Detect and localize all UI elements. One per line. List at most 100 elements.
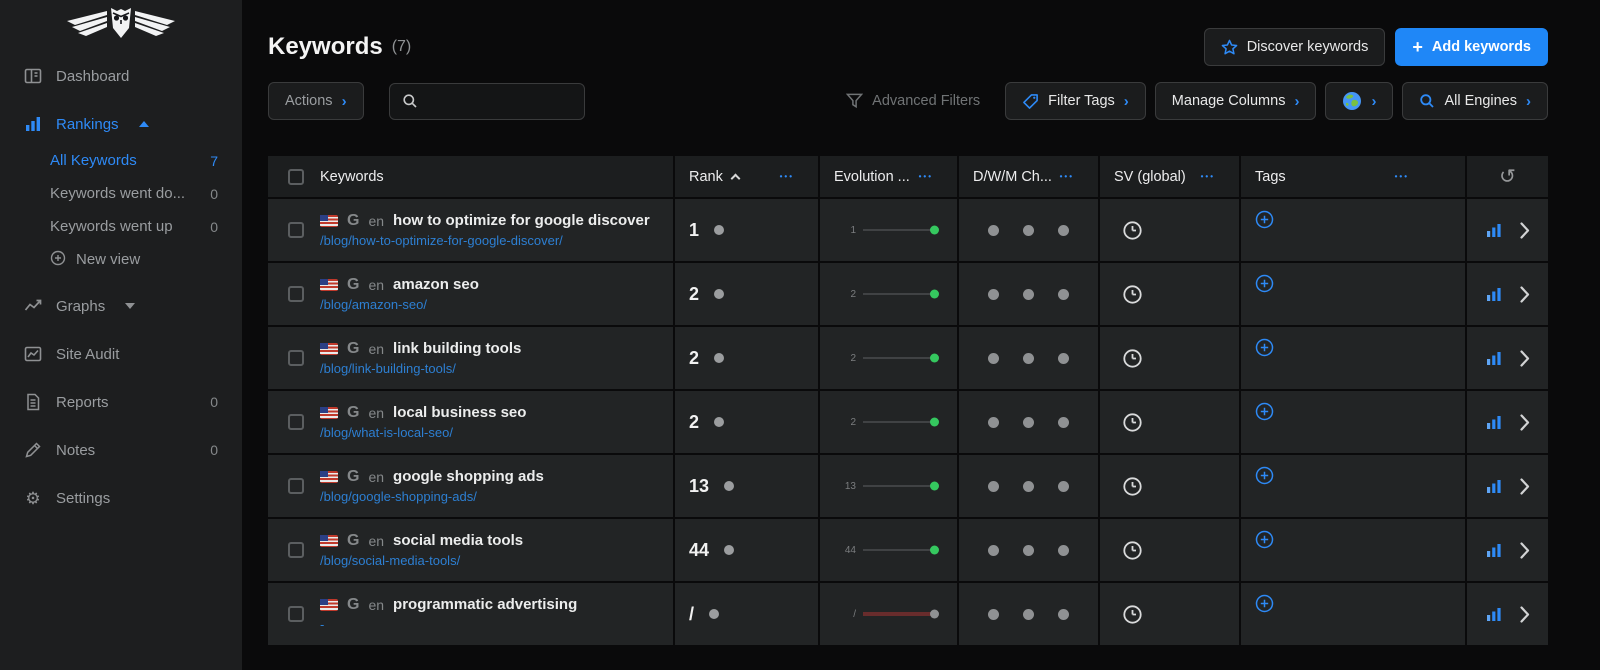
evolution-cell[interactable]: 1 — [818, 199, 957, 261]
keyword-chart-icon[interactable] — [1486, 478, 1502, 494]
dwm-change-cell — [957, 391, 1098, 453]
row-checkbox[interactable] — [288, 286, 304, 302]
add-tag-icon[interactable] — [1255, 210, 1274, 229]
row-expand-chevron-icon[interactable] — [1519, 413, 1530, 431]
evolution-cell[interactable]: / — [818, 583, 957, 645]
search-box[interactable] — [388, 82, 585, 120]
sidebar-item-keywords-went-down[interactable]: Keywords went do... 0 — [0, 177, 242, 210]
row-expand-chevron-icon[interactable] — [1519, 285, 1530, 303]
column-header-sv-global[interactable]: SV (global) ••• — [1098, 156, 1239, 197]
keyword-url-link[interactable]: /blog/google-shopping-ads/ — [320, 489, 544, 504]
actions-button[interactable]: Actions › — [268, 82, 364, 120]
table-row[interactable]: G en link building tools /blog/link-buil… — [268, 327, 1548, 389]
row-expand-chevron-icon[interactable] — [1519, 605, 1530, 623]
keyword-label[interactable]: programmatic advertising — [393, 596, 577, 613]
row-checkbox[interactable] — [288, 542, 304, 558]
sidebar-item-reports[interactable]: Reports 0 — [0, 384, 242, 420]
column-menu-icon[interactable]: ••• — [1201, 172, 1215, 181]
table-row[interactable]: G en amazon seo /blog/amazon-seo/ 2 2 — [268, 263, 1548, 325]
sidebar-item-site-audit[interactable]: Site Audit — [0, 336, 242, 372]
evolution-cell[interactable]: 13 — [818, 455, 957, 517]
row-checkbox[interactable] — [288, 606, 304, 622]
keyword-chart-icon[interactable] — [1486, 350, 1502, 366]
table-row[interactable]: G en social media tools /blog/social-med… — [268, 519, 1548, 581]
search-input[interactable] — [426, 93, 572, 109]
column-menu-icon[interactable]: ••• — [1060, 172, 1074, 181]
column-header-refresh[interactable]: ↺ — [1465, 156, 1548, 197]
column-menu-icon[interactable]: ••• — [780, 172, 794, 181]
add-tag-icon[interactable] — [1255, 274, 1274, 293]
advanced-filters-button[interactable]: Advanced Filters — [846, 93, 980, 109]
add-tag-icon[interactable] — [1255, 594, 1274, 613]
column-header-dwm-change[interactable]: D/W/M Ch... ••• — [957, 156, 1098, 197]
row-checkbox[interactable] — [288, 414, 304, 430]
keyword-url-link[interactable]: /blog/social-media-tools/ — [320, 553, 523, 568]
column-menu-icon[interactable]: ••• — [1395, 172, 1409, 181]
table-row[interactable]: G en how to optimize for google discover… — [268, 199, 1548, 261]
row-expand-chevron-icon[interactable] — [1519, 477, 1530, 495]
sidebar-item-graphs[interactable]: Graphs — [0, 288, 242, 324]
evolution-cell[interactable]: 2 — [818, 391, 957, 453]
add-keywords-button[interactable]: + Add keywords — [1395, 28, 1548, 66]
row-expand-chevron-icon[interactable] — [1519, 349, 1530, 367]
keyword-chart-icon[interactable] — [1486, 414, 1502, 430]
add-tag-icon[interactable] — [1255, 530, 1274, 549]
rank-dot-icon — [724, 481, 735, 491]
evolution-cell[interactable]: 2 — [818, 263, 957, 325]
all-engines-button[interactable]: All Engines › — [1402, 82, 1548, 120]
row-checkbox[interactable] — [288, 478, 304, 494]
sidebar-item-rankings[interactable]: Rankings — [0, 106, 242, 142]
keyword-chart-icon[interactable] — [1486, 542, 1502, 558]
table-row[interactable]: G en programmatic advertising - / / — [268, 583, 1548, 645]
row-checkbox[interactable] — [288, 350, 304, 366]
keyword-url-link[interactable]: /blog/amazon-seo/ — [320, 297, 479, 312]
keyword-label[interactable]: social media tools — [393, 532, 523, 549]
keyword-url-link[interactable]: /blog/how-to-optimize-for-google-discove… — [320, 233, 650, 248]
sort-asc-icon — [730, 173, 741, 184]
keyword-chart-icon[interactable] — [1486, 606, 1502, 622]
filter-tags-button[interactable]: Filter Tags › — [1005, 82, 1146, 120]
sidebar-item-settings[interactable]: ⚙ Settings — [0, 480, 242, 516]
row-checkbox[interactable] — [288, 222, 304, 238]
keyword-chart-icon[interactable] — [1486, 222, 1502, 238]
sparkline-start-label: 13 — [844, 480, 856, 492]
refresh-history-icon[interactable]: ↺ — [1499, 164, 1516, 189]
keyword-label[interactable]: link building tools — [393, 340, 521, 357]
select-all-checkbox[interactable] — [288, 168, 304, 185]
column-header-evolution[interactable]: Evolution ... ••• — [818, 156, 957, 197]
keyword-label[interactable]: amazon seo — [393, 276, 479, 293]
manage-columns-button[interactable]: Manage Columns › — [1154, 82, 1317, 120]
sidebar-item-all-keywords[interactable]: All Keywords 7 — [0, 144, 242, 177]
discover-keywords-button[interactable]: Discover keywords — [1203, 28, 1386, 66]
evolution-cell[interactable]: 44 — [818, 519, 957, 581]
keyword-label[interactable]: how to optimize for google discover — [393, 212, 650, 229]
add-tag-icon[interactable] — [1255, 338, 1274, 357]
column-header-rank[interactable]: Rank ••• — [673, 156, 818, 197]
keyword-url-link[interactable]: - — [320, 617, 577, 632]
sidebar-item-dashboard[interactable]: Dashboard — [0, 58, 242, 94]
dwm-dots — [988, 608, 1069, 620]
column-header-keywords[interactable]: Keywords — [268, 156, 673, 197]
sidebar-item-new-view[interactable]: New view — [0, 243, 242, 276]
table-row[interactable]: G en local business seo /blog/what-is-lo… — [268, 391, 1548, 453]
sidebar-item-notes[interactable]: Notes 0 — [0, 432, 242, 468]
add-keywords-label: Add keywords — [1431, 39, 1531, 55]
evolution-cell[interactable]: 2 — [818, 327, 957, 389]
sidebar-item-keywords-went-up[interactable]: Keywords went up 0 — [0, 210, 242, 243]
keyword-label[interactable]: local business seo — [393, 404, 526, 421]
table-row[interactable]: G en google shopping ads /blog/google-sh… — [268, 455, 1548, 517]
keyword-chart-icon[interactable] — [1486, 286, 1502, 302]
add-tag-icon[interactable] — [1255, 466, 1274, 485]
add-tag-icon[interactable] — [1255, 402, 1274, 421]
keyword-label[interactable]: google shopping ads — [393, 468, 544, 485]
rank-cell: / — [673, 583, 818, 645]
column-menu-icon[interactable]: ••• — [919, 172, 933, 181]
location-selector-button[interactable]: › — [1325, 82, 1394, 120]
keyword-url-link[interactable]: /blog/link-building-tools/ — [320, 361, 521, 376]
row-expand-chevron-icon[interactable] — [1519, 221, 1530, 239]
app-logo[interactable] — [0, 0, 242, 58]
keyword-url-link[interactable]: /blog/what-is-local-seo/ — [320, 425, 526, 440]
column-header-tags[interactable]: Tags ••• — [1239, 156, 1465, 197]
row-expand-chevron-icon[interactable] — [1519, 541, 1530, 559]
keyword-cell: G en how to optimize for google discover… — [268, 199, 673, 261]
